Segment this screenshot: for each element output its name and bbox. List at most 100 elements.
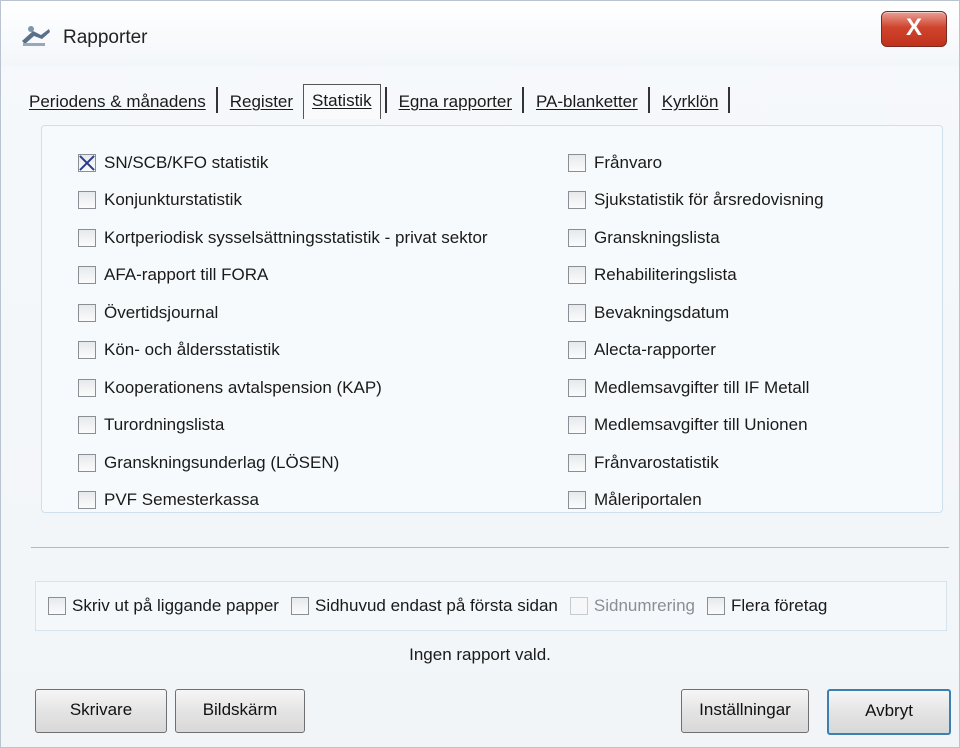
report-kap[interactable]: Kooperationens avtalspension (KAP) — [78, 369, 488, 407]
report-label: Turordningslista — [104, 415, 225, 435]
tab-periodens[interactable]: Periodens & månadens — [23, 86, 212, 117]
report-label: Frånvaro — [594, 152, 663, 172]
checkbox[interactable] — [78, 416, 96, 435]
title-bar[interactable]: Rapporter X — [1, 1, 959, 67]
window-title: Rapporter — [63, 27, 148, 48]
option-landscape[interactable]: Skriv ut på liggande papper — [48, 596, 279, 616]
report-granskningslista[interactable]: Granskningslista — [568, 219, 824, 257]
report-franvaro[interactable]: Frånvaro — [568, 144, 824, 182]
option-page-numbering: Sidnumrering — [569, 596, 695, 616]
checkbox[interactable] — [78, 453, 96, 472]
checkbox[interactable] — [568, 416, 586, 435]
report-label: Alecta-rapporter — [594, 340, 716, 360]
report-konjunkturstatistik[interactable]: Konjunkturstatistik — [78, 182, 488, 220]
option-multiple-companies[interactable]: Flera företag — [706, 596, 828, 616]
checkbox — [569, 597, 588, 615]
checkbox[interactable] — [48, 597, 66, 615]
checkbox[interactable] — [290, 597, 309, 615]
status-text: Ingen rapport vald. — [409, 645, 551, 664]
report-label: SN/SCB/KFO statistik — [104, 152, 269, 172]
report-overtidsjournal[interactable]: Övertidsjournal — [78, 294, 488, 332]
checkbox[interactable] — [568, 378, 586, 397]
report-label: Kortperiodisk sysselsättningsstatistik -… — [104, 227, 488, 247]
app-icon — [22, 26, 50, 46]
checkbox[interactable] — [568, 303, 586, 322]
tab-statistik[interactable]: Statistik — [303, 84, 381, 119]
tab-bar: Periodens & månadens Register Statistik … — [23, 81, 736, 119]
report-pvf-semesterkassa[interactable]: PVF Semesterkassa — [78, 482, 488, 520]
tab-egna-rapporter[interactable]: Egna rapporter — [393, 86, 518, 117]
checkbox[interactable] — [78, 303, 96, 322]
report-label: Granskningsunderlag (LÖSEN) — [104, 452, 340, 472]
report-label: Bevakningsdatum — [594, 302, 730, 322]
report-label: Kooperationens avtalspension (KAP) — [104, 377, 382, 397]
report-franvarostatistik[interactable]: Frånvarostatistik — [568, 444, 824, 482]
report-label: Kön- och åldersstatistik — [104, 340, 280, 360]
print-options: Skriv ut på liggande papper Sidhuvud end… — [35, 581, 947, 631]
tab-separator — [728, 87, 731, 113]
checkbox[interactable] — [568, 266, 586, 285]
option-header-first-page[interactable]: Sidhuvud endast på första sidan — [290, 596, 558, 616]
report-turordningslista[interactable]: Turordningslista — [78, 407, 488, 445]
option-label: Skriv ut på liggande papper — [72, 596, 279, 615]
report-kortperiodisk[interactable]: Kortperiodisk sysselsättningsstatistik -… — [78, 219, 488, 257]
option-label: Sidhuvud endast på första sidan — [314, 596, 558, 615]
tab-separator — [647, 87, 650, 113]
settings-button[interactable]: Inställningar — [681, 689, 809, 733]
checkbox[interactable] — [568, 191, 586, 210]
tab-pa-blanketter[interactable]: PA-blanketter — [530, 86, 644, 117]
report-granskningsunderlag[interactable]: Granskningsunderlag (LÖSEN) — [78, 444, 488, 482]
checkbox[interactable] — [78, 491, 96, 510]
divider — [31, 547, 949, 548]
checkbox[interactable] — [568, 153, 586, 172]
tab-separator — [215, 87, 218, 113]
cancel-button[interactable]: Avbryt — [827, 689, 951, 735]
report-kon-alder[interactable]: Kön- och åldersstatistik — [78, 332, 488, 370]
report-label: Måleriportalen — [594, 490, 702, 510]
tab-register[interactable]: Register — [224, 86, 299, 117]
checkbox[interactable] — [568, 491, 586, 510]
statistik-panel: SN/SCB/KFO statistik Konjunkturstatistik… — [41, 125, 943, 513]
report-label: AFA-rapport till FORA — [104, 265, 269, 285]
checkbox[interactable] — [78, 228, 96, 247]
report-unionen[interactable]: Medlemsavgifter till Unionen — [568, 407, 824, 445]
report-label: PVF Semesterkassa — [104, 490, 259, 510]
report-label: Medlemsavgifter till Unionen — [594, 415, 808, 435]
printer-button[interactable]: Skrivare — [35, 689, 167, 733]
tab-separator — [384, 87, 387, 113]
tab-separator — [521, 87, 524, 113]
close-button[interactable]: X — [881, 11, 947, 47]
report-label: Rehabiliteringslista — [594, 265, 737, 285]
checkbox[interactable] — [78, 191, 96, 210]
screen-button[interactable]: Bildskärm — [175, 689, 305, 733]
report-label: Granskningslista — [594, 227, 720, 247]
checkbox[interactable] — [78, 378, 96, 397]
rapporter-dialog: Rapporter X Periodens & månadens Registe… — [0, 0, 960, 748]
checkbox[interactable] — [78, 341, 96, 360]
checkbox[interactable] — [568, 453, 586, 472]
report-maleriportalen[interactable]: Måleriportalen — [568, 482, 824, 520]
report-list-right: Frånvaro Sjukstatistik för årsredovisnin… — [568, 144, 824, 519]
report-label: Övertidsjournal — [104, 302, 219, 322]
report-afa-rapport[interactable]: AFA-rapport till FORA — [78, 257, 488, 295]
close-icon: X — [905, 14, 922, 41]
report-label: Medlemsavgifter till IF Metall — [594, 377, 810, 397]
checkbox[interactable] — [568, 228, 586, 247]
report-label: Konjunkturstatistik — [104, 190, 242, 210]
checkbox[interactable] — [78, 266, 96, 285]
report-rehabiliteringslista[interactable]: Rehabiliteringslista — [568, 257, 824, 295]
report-sjukstatistik[interactable]: Sjukstatistik för årsredovisning — [568, 182, 824, 220]
report-sn-scb-kfo[interactable]: SN/SCB/KFO statistik — [78, 144, 488, 182]
checkbox[interactable] — [568, 341, 586, 360]
report-label: Sjukstatistik för årsredovisning — [594, 190, 824, 210]
option-label: Flera företag — [730, 596, 828, 615]
tab-kyrklon[interactable]: Kyrklön — [656, 86, 725, 117]
report-list-left: SN/SCB/KFO statistik Konjunkturstatistik… — [78, 144, 488, 519]
option-label: Sidnumrering — [593, 596, 695, 615]
report-alecta[interactable]: Alecta-rapporter — [568, 332, 824, 370]
checkbox[interactable] — [706, 597, 725, 615]
report-label: Frånvarostatistik — [594, 452, 719, 472]
report-if-metall[interactable]: Medlemsavgifter till IF Metall — [568, 369, 824, 407]
report-bevakningsdatum[interactable]: Bevakningsdatum — [568, 294, 824, 332]
checkbox[interactable] — [78, 153, 96, 172]
